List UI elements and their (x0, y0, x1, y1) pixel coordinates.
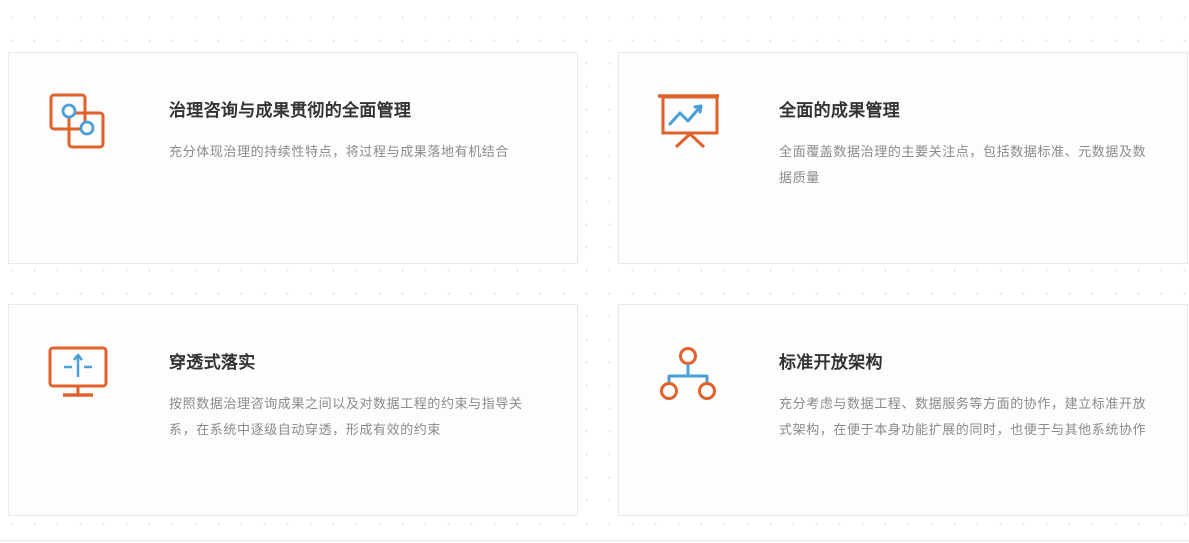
section-divider (0, 540, 1189, 541)
feature-card-governance-consulting: 治理咨询与成果贯彻的全面管理 充分体现治理的持续性特点，将过程与成果落地有机结合 (8, 52, 578, 264)
feature-title: 穿透式落实 (169, 353, 256, 372)
feature-description: 全面覆盖数据治理的主要关注点，包括数据标准、元数据及数据质量 (779, 144, 1147, 185)
hierarchy-network-icon (657, 343, 719, 405)
feature-title: 治理咨询与成果贯彻的全面管理 (169, 101, 412, 120)
feature-card-results-management: 全面的成果管理 全面覆盖数据治理的主要关注点，包括数据标准、元数据及数据质量 (618, 52, 1188, 264)
feature-description: 充分考虑与数据工程、数据服务等方面的协作，建立标准开放式架构，在便于本身功能扩展… (779, 396, 1147, 437)
feature-description: 按照数据治理咨询成果之间以及对数据工程的约束与指导关系，在系统中逐级自动穿透，形… (169, 396, 523, 437)
feature-title: 全面的成果管理 (779, 101, 901, 120)
feature-description: 充分体现治理的持续性特点，将过程与成果落地有机结合 (169, 144, 510, 159)
feature-title: 标准开放架构 (779, 353, 883, 372)
feature-card-penetrating-implementation: 穿透式落实 按照数据治理咨询成果之间以及对数据工程的约束与指导关系，在系统中逐级… (8, 304, 578, 516)
monitor-upload-icon (47, 343, 109, 405)
linked-squares-icon (47, 91, 109, 153)
feature-card-open-architecture: 标准开放架构 充分考虑与数据工程、数据服务等方面的协作，建立标准开放式架构，在便… (618, 304, 1188, 516)
presentation-chart-icon (657, 91, 719, 153)
